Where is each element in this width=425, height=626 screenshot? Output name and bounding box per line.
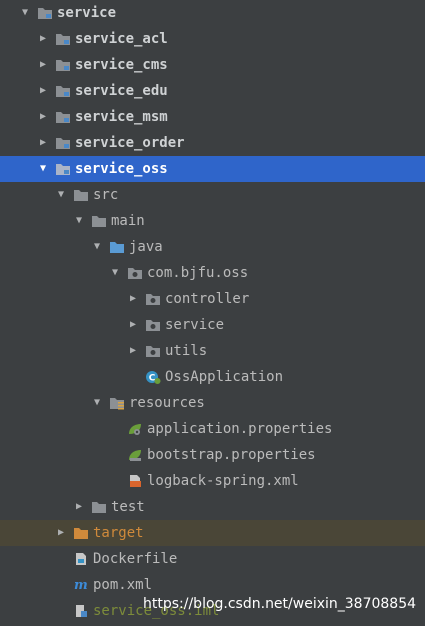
tree-row-module[interactable]: ▶ service_acl [0, 26, 425, 52]
tree-row-module[interactable]: ▶ service_order [0, 130, 425, 156]
tree-label: service_acl [75, 31, 168, 47]
collapsed-arrow-icon[interactable]: ▶ [127, 286, 139, 312]
tree-label: OssApplication [165, 369, 284, 385]
tree-label: java [129, 239, 163, 255]
package-icon [145, 318, 161, 332]
module-folder-icon [55, 136, 71, 150]
svg-text:C: C [149, 374, 156, 384]
expanded-arrow-icon[interactable]: ▼ [73, 208, 85, 234]
tree-row-src[interactable]: ▼ src [0, 182, 425, 208]
folder-icon [73, 188, 89, 202]
expanded-arrow-icon[interactable]: ▼ [91, 390, 103, 416]
tree-row-java[interactable]: ▼ java [0, 234, 425, 260]
expanded-arrow-icon[interactable]: ▼ [19, 0, 31, 26]
module-file-icon [73, 604, 89, 618]
tree-label: controller [165, 291, 250, 307]
tree-row-controller[interactable]: ▶ controller [0, 286, 425, 312]
tree-row-module[interactable]: ▶ service_msm [0, 104, 425, 130]
collapsed-arrow-icon[interactable]: ▶ [37, 52, 49, 78]
tree-row-application-properties[interactable]: application.properties [0, 416, 425, 442]
project-tree: ▼ service ▶ service_acl ▶ service_cms ▶ … [0, 0, 425, 624]
tree-row-target[interactable]: ▶ target [0, 520, 425, 546]
tree-row-pom[interactable]: m pom.xml [0, 572, 425, 598]
collapsed-arrow-icon[interactable]: ▶ [127, 338, 139, 364]
expanded-arrow-icon[interactable]: ▼ [91, 234, 103, 260]
xml-file-icon [127, 474, 143, 488]
tree-label: service_cms [75, 57, 168, 73]
tree-label: service_msm [75, 109, 168, 125]
svg-text:m: m [74, 578, 88, 592]
tree-row-utils[interactable]: ▶ utils [0, 338, 425, 364]
spring-properties-icon [127, 422, 143, 436]
maven-icon: m [73, 578, 89, 592]
tree-label: service_order [75, 135, 185, 151]
collapsed-arrow-icon[interactable]: ▶ [73, 494, 85, 520]
tree-label: logback-spring.xml [147, 473, 299, 489]
tree-row-bootstrap-properties[interactable]: bootstrap.properties [0, 442, 425, 468]
tree-row-service-package[interactable]: ▶ service [0, 312, 425, 338]
tree-row-test[interactable]: ▶ test [0, 494, 425, 520]
tree-label: pom.xml [93, 577, 153, 593]
expanded-arrow-icon[interactable]: ▼ [109, 260, 121, 286]
tree-label: bootstrap.properties [147, 447, 316, 463]
tree-label: src [93, 187, 119, 203]
module-folder-icon [55, 110, 71, 124]
tree-row-logback-xml[interactable]: logback-spring.xml [0, 468, 425, 494]
resources-folder-icon [109, 396, 125, 410]
tree-row-oss-application[interactable]: C OssApplication [0, 364, 425, 390]
tree-row-main[interactable]: ▼ main [0, 208, 425, 234]
module-folder-icon [37, 6, 53, 20]
tree-label: service_oss [75, 161, 168, 177]
collapsed-arrow-icon[interactable]: ▶ [55, 520, 67, 546]
tree-label: test [111, 499, 145, 515]
module-folder-icon [55, 84, 71, 98]
collapsed-arrow-icon[interactable]: ▶ [37, 104, 49, 130]
tree-row-resources[interactable]: ▼ resources [0, 390, 425, 416]
collapsed-arrow-icon[interactable]: ▶ [37, 78, 49, 104]
package-icon [145, 344, 161, 358]
spring-properties-icon [127, 448, 143, 462]
tree-label: service [57, 5, 117, 21]
watermark: https://blog.csdn.net/weixin_38708854 [143, 596, 417, 612]
tree-row-module[interactable]: ▶ service_edu [0, 78, 425, 104]
tree-label: service [165, 317, 225, 333]
tree-label: service_edu [75, 83, 168, 99]
tree-label: application.properties [147, 421, 333, 437]
folder-icon [91, 214, 107, 228]
package-icon [127, 266, 143, 280]
module-folder-icon [55, 58, 71, 72]
tree-row-module[interactable]: ▶ service_cms [0, 52, 425, 78]
dockerfile-icon [73, 552, 89, 566]
tree-label: utils [165, 343, 208, 359]
folder-icon [91, 500, 107, 514]
tree-label: com.bjfu.oss [147, 265, 249, 281]
spring-boot-class-icon: C [145, 370, 161, 384]
collapsed-arrow-icon[interactable]: ▶ [37, 130, 49, 156]
tree-row-service-oss[interactable]: ▼ service_oss [0, 156, 425, 182]
tree-row-package[interactable]: ▼ com.bjfu.oss [0, 260, 425, 286]
module-folder-icon [55, 162, 71, 176]
tree-label: resources [129, 395, 205, 411]
expanded-arrow-icon[interactable]: ▼ [55, 182, 67, 208]
collapsed-arrow-icon[interactable]: ▶ [37, 26, 49, 52]
module-folder-icon [55, 32, 71, 46]
expanded-arrow-icon[interactable]: ▼ [37, 156, 49, 182]
package-icon [145, 292, 161, 306]
collapsed-arrow-icon[interactable]: ▶ [127, 312, 139, 338]
excluded-folder-icon [73, 526, 89, 540]
tree-label: target [93, 525, 144, 541]
source-folder-icon [109, 240, 125, 254]
tree-row-dockerfile[interactable]: Dockerfile [0, 546, 425, 572]
tree-label: Dockerfile [93, 551, 178, 567]
tree-row-service[interactable]: ▼ service [0, 0, 425, 26]
tree-label: main [111, 213, 145, 229]
